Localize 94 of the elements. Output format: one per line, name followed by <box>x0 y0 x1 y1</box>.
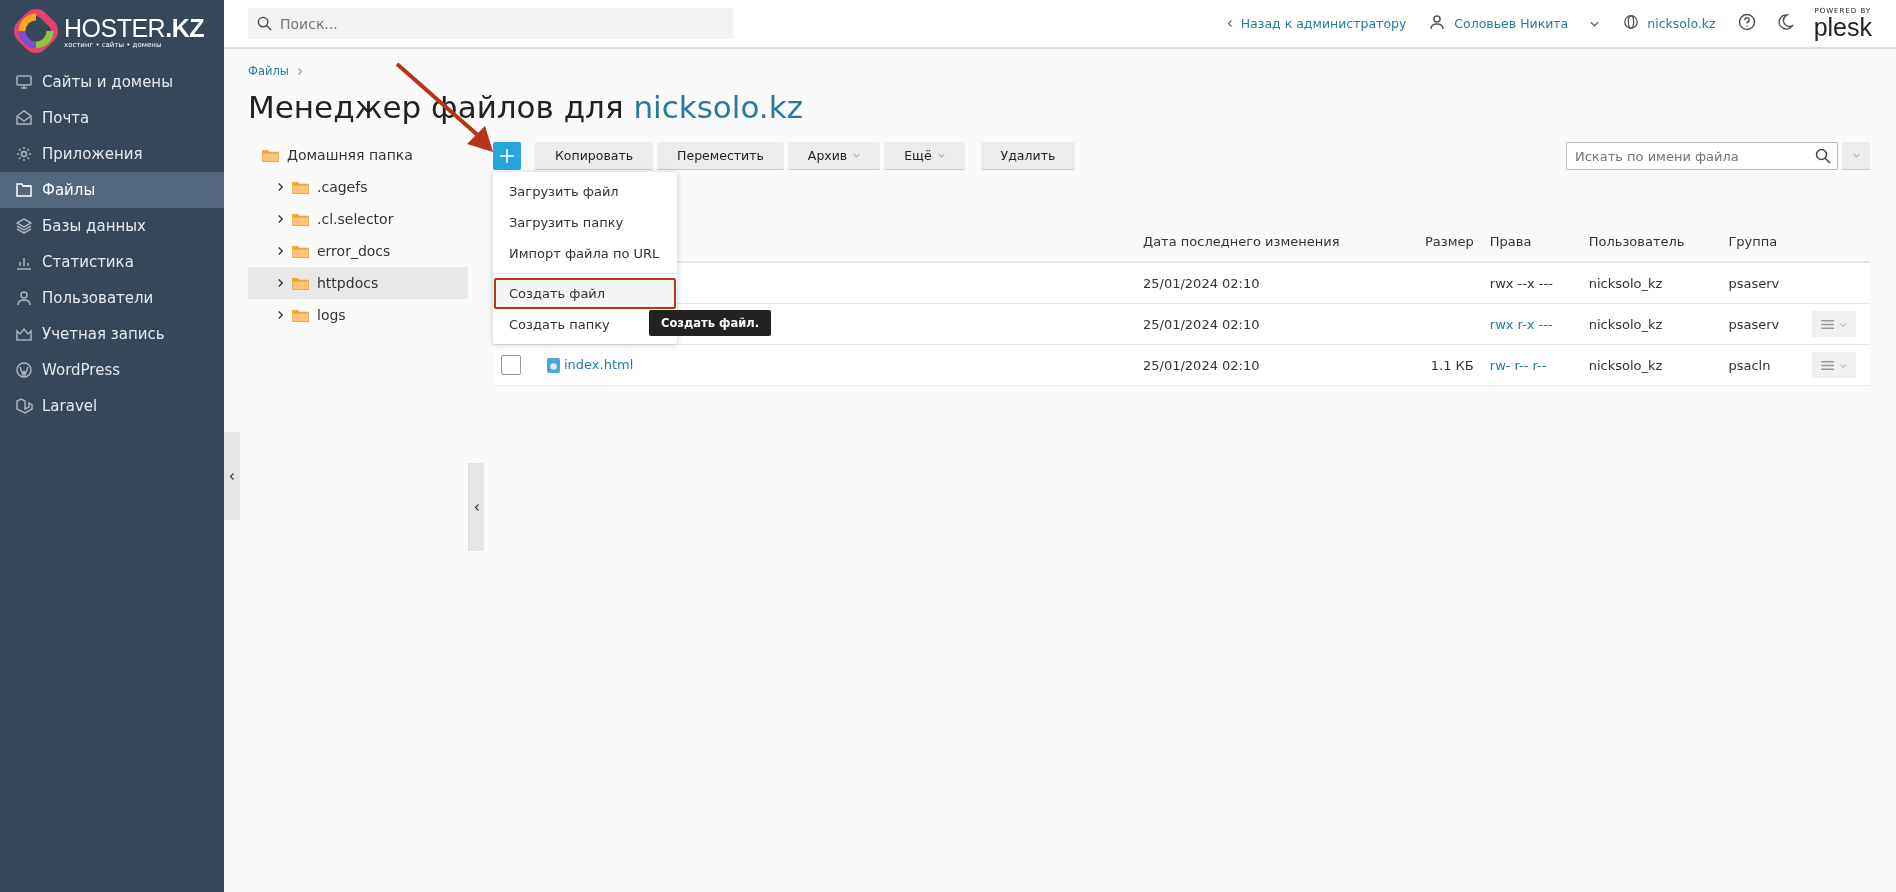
brand-name: HOSTER.KZ <box>64 14 204 41</box>
caret-icon <box>1590 20 1600 27</box>
sidebar-item[interactable]: Пользователи <box>0 280 224 316</box>
folder-icon <box>292 276 309 290</box>
table-cell: 25/01/2024 02:10 <box>1135 262 1401 304</box>
folder-icon <box>292 244 309 258</box>
table-cell: nicksolo_kz <box>1580 303 1721 345</box>
tooltip: Создать файл. <box>649 310 772 336</box>
chevron-icon <box>473 502 480 512</box>
logo-icon <box>14 8 58 56</box>
toolbar-button[interactable]: Копировать <box>535 142 654 170</box>
sidebar-item[interactable]: WordPress <box>0 352 224 388</box>
column-header: Дата последнего изменения <box>1135 221 1401 262</box>
toolbar-button[interactable]: Ещё <box>884 142 965 170</box>
sidebar-item[interactable]: Laravel <box>0 388 224 424</box>
caret-icon <box>1852 153 1860 158</box>
column-header: Права <box>1481 221 1581 262</box>
tree-item[interactable]: Домашняя папка <box>248 139 468 171</box>
back-link[interactable]: Назад к администратору <box>1240 16 1407 31</box>
user-icon <box>15 289 33 307</box>
tree-item[interactable]: error_docs <box>248 235 468 267</box>
gear-icon <box>15 145 33 163</box>
search-field[interactable]: Поиск... <box>248 8 733 39</box>
add-button[interactable] <box>493 142 521 170</box>
sidebar-item[interactable]: Файлы <box>0 172 224 208</box>
plus-icon <box>499 148 515 164</box>
collapse-handle[interactable] <box>468 463 484 551</box>
crown-icon <box>15 325 33 343</box>
folder-icon <box>292 308 309 322</box>
toolbar-button[interactable]: Архив <box>787 142 881 170</box>
domain-link[interactable]: nicksolo.kz <box>1647 16 1716 31</box>
tree-item[interactable]: logs <box>248 299 468 331</box>
folder-icon <box>262 148 279 162</box>
column-header: Группа <box>1720 221 1804 262</box>
sidebar-item[interactable]: Учетная запись <box>0 316 224 352</box>
row-actions-button[interactable] <box>1812 352 1856 378</box>
toolbar-button[interactable]: Удалить <box>980 142 1076 170</box>
menu-item[interactable]: Создать файл <box>494 278 676 309</box>
expand-icon <box>277 246 284 256</box>
table-cell: psaserv <box>1720 262 1804 304</box>
menu-icon <box>1820 318 1848 330</box>
search-field[interactable]: Искать по имени файла <box>1566 142 1838 170</box>
plesk-logo: plesk <box>1813 14 1872 40</box>
column-header: Размер <box>1400 221 1482 262</box>
domain-link[interactable]: nicksolo.kz <box>633 89 803 125</box>
table-cell: nicksolo_kz <box>1580 344 1721 386</box>
table-cell: 25/01/2024 02:10 <box>1135 303 1401 345</box>
column-header: Пользователь <box>1580 221 1721 262</box>
folder-icon <box>292 212 309 226</box>
row-actions-button[interactable] <box>1812 311 1856 337</box>
sidebar-item[interactable]: Базы данных <box>0 208 224 244</box>
menu-item[interactable]: Загрузить файл <box>494 176 676 207</box>
expand-icon <box>277 278 284 288</box>
toolbar-button[interactable]: Переместить <box>657 142 784 170</box>
table-cell: nicksolo_kz <box>1580 262 1721 304</box>
laravel-icon <box>15 397 33 415</box>
table-cell: rwx --x --- <box>1481 262 1581 304</box>
chevron-icon <box>296 66 303 76</box>
file-name-link[interactable]: index.html <box>564 357 634 372</box>
sidebar-item[interactable]: Сайты и домены <box>0 64 224 100</box>
wordpress-icon <box>15 361 33 379</box>
folder-icon <box>15 181 33 199</box>
user-menu[interactable]: Соловьев Никита <box>1454 16 1569 31</box>
search-icon <box>257 16 272 31</box>
table-cell: 25/01/2024 02:10 <box>1135 344 1401 386</box>
permissions-link[interactable]: rwx r-x --- <box>1481 303 1581 345</box>
envelope-icon <box>15 109 33 127</box>
folder-icon <box>292 180 309 194</box>
collapse-handle[interactable] <box>224 432 240 520</box>
table-cell: psaserv <box>1720 303 1804 345</box>
menu-item[interactable]: Загрузить папку <box>494 207 676 238</box>
chevron-icon <box>229 471 235 481</box>
menu-icon <box>1820 359 1848 371</box>
file-icon <box>547 358 560 373</box>
expand-icon <box>277 214 284 224</box>
sidebar-item[interactable]: Приложения <box>0 136 224 172</box>
expand-icon <box>277 310 284 320</box>
search-icon <box>1815 148 1831 164</box>
table-cell: 1.1 КБ <box>1400 344 1482 386</box>
tree-item[interactable]: .cagefs <box>248 171 468 203</box>
permissions-link[interactable]: rw- r-- r-- <box>1481 344 1581 386</box>
menu-item[interactable]: Импорт файла по URL <box>494 238 676 269</box>
checkbox[interactable] <box>501 355 521 375</box>
layers-icon <box>15 217 33 235</box>
tree-item[interactable]: httpdocs <box>248 267 468 299</box>
chevron-icon <box>1226 19 1233 28</box>
monitor-icon <box>15 73 33 91</box>
table-cell: psacln <box>1720 344 1804 386</box>
expand-icon <box>277 182 284 192</box>
sidebar-item[interactable]: Почта <box>0 100 224 136</box>
sidebar-item[interactable]: Статистика <box>0 244 224 280</box>
tree-item[interactable]: .cl.selector <box>248 203 468 235</box>
breadcrumb-link[interactable]: Файлы <box>248 64 289 78</box>
filter-dropdown-button[interactable] <box>1842 142 1870 170</box>
